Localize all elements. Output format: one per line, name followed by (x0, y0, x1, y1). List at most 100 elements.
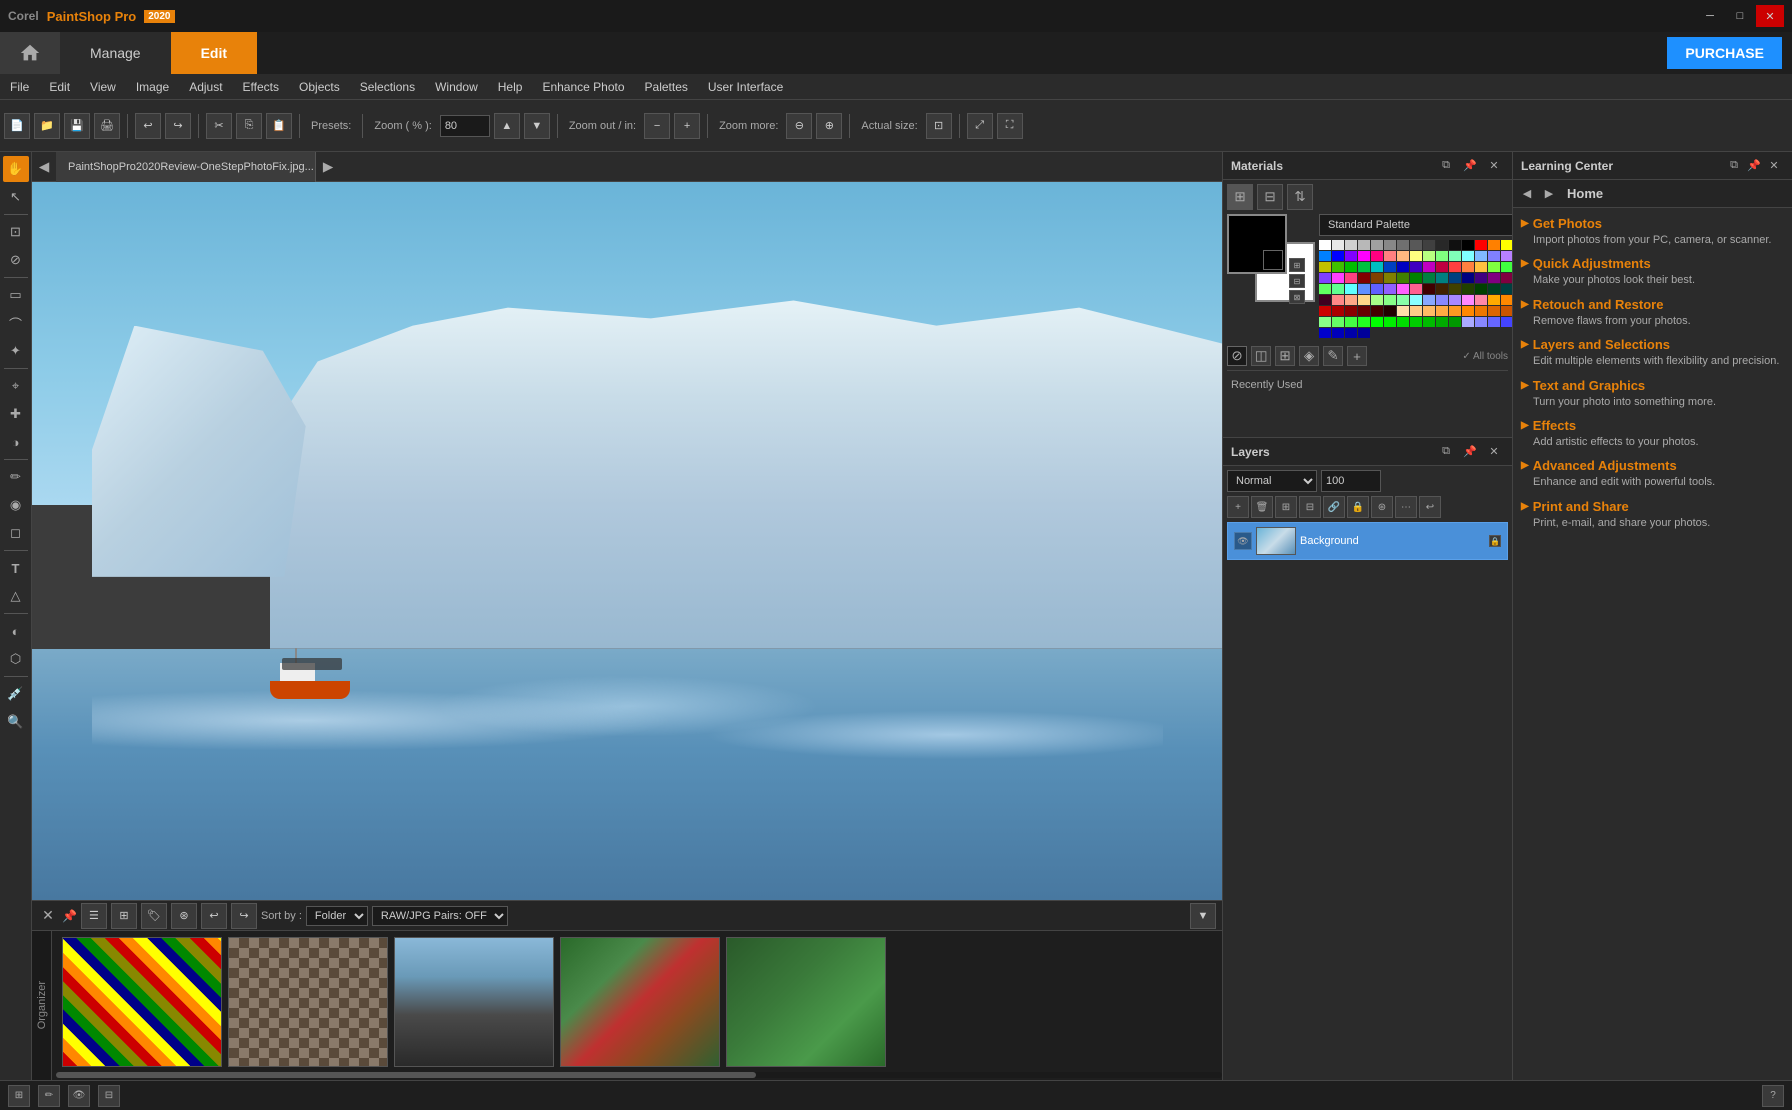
organizer-pin-icon[interactable]: 📌 (62, 909, 77, 923)
color-swatch[interactable] (1488, 240, 1500, 250)
color-swatch[interactable] (1475, 262, 1487, 272)
color-swatch[interactable] (1319, 317, 1331, 327)
color-swatch[interactable] (1423, 262, 1435, 272)
color-swatch[interactable] (1436, 273, 1448, 283)
color-swatch[interactable] (1436, 251, 1448, 261)
color-swatch[interactable] (1384, 284, 1396, 294)
color-swatch[interactable] (1475, 273, 1487, 283)
layers-lock-btn[interactable]: 🔒 (1347, 496, 1369, 518)
print-button[interactable]: 🖨 (94, 113, 120, 139)
color-swatch[interactable] (1423, 317, 1435, 327)
color-swatch[interactable] (1371, 317, 1383, 327)
mat-palette-btn[interactable]: ⊞ (1227, 184, 1253, 210)
zoom-in-button[interactable]: + (674, 113, 700, 139)
org-view-btn1[interactable]: ☰ (81, 903, 107, 929)
lc-section-title-6[interactable]: ▶ Advanced Adjustments (1521, 458, 1784, 473)
org-tag-btn[interactable]: 🏷 (141, 903, 167, 929)
lc-section-title-3[interactable]: ▶ Layers and Selections (1521, 337, 1784, 352)
layers-group-btn[interactable]: ⊞ (1275, 496, 1297, 518)
color-swatch[interactable] (1332, 295, 1344, 305)
lc-section-title-2[interactable]: ▶ Retouch and Restore (1521, 297, 1784, 312)
lc-float-button[interactable]: ⧉ (1724, 156, 1744, 176)
color-swatch[interactable] (1319, 240, 1331, 250)
color-swatch[interactable] (1410, 251, 1422, 261)
lc-section-title-7[interactable]: ▶ Print and Share (1521, 499, 1784, 514)
color-swatch[interactable] (1462, 295, 1474, 305)
color-swatch[interactable] (1384, 317, 1396, 327)
eyedropper-tool[interactable]: 💉 (3, 681, 29, 707)
zoom-input[interactable] (440, 115, 490, 137)
color-swatch[interactable] (1475, 251, 1487, 261)
color-swatch[interactable] (1371, 295, 1383, 305)
lc-forward-button[interactable]: ▶ (1539, 184, 1559, 204)
color-swatch[interactable] (1475, 240, 1487, 250)
color-swatch[interactable] (1332, 284, 1344, 294)
color-swatch[interactable] (1358, 306, 1370, 316)
lc-pin-button[interactable]: 📌 (1744, 156, 1764, 176)
menu-edit[interactable]: Edit (39, 74, 80, 100)
color-swatch[interactable] (1358, 284, 1370, 294)
color-swatch[interactable] (1488, 273, 1500, 283)
layers-more-btn[interactable]: ⋯ (1395, 496, 1417, 518)
materials-float-button[interactable]: ⧉ (1436, 156, 1456, 176)
color-swatch[interactable] (1371, 284, 1383, 294)
organizer-collapse-button[interactable]: ▼ (1190, 903, 1216, 929)
color-swatch[interactable] (1332, 328, 1344, 338)
color-swatch[interactable] (1436, 262, 1448, 272)
raw-pairs-select[interactable]: RAW/JPG Pairs: OFF (372, 906, 508, 926)
color-swatch[interactable] (1345, 262, 1357, 272)
edit-tab[interactable]: Edit (171, 32, 257, 74)
lc-section-title-4[interactable]: ▶ Text and Graphics (1521, 378, 1784, 393)
menu-selections[interactable]: Selections (350, 74, 425, 100)
lc-section-title-0[interactable]: ▶ Get Photos (1521, 216, 1784, 231)
color-swatch[interactable] (1371, 240, 1383, 250)
color-swatch[interactable] (1397, 251, 1409, 261)
materials-close-button[interactable]: ✕ (1484, 156, 1504, 176)
transparent-btn[interactable]: ⊘ (1227, 346, 1247, 366)
home-nav-button[interactable] (0, 32, 60, 74)
new-file-button[interactable]: 📄 (4, 113, 30, 139)
color-replacer-tool[interactable]: ⬡ (3, 646, 29, 672)
opacity-field[interactable]: 100 (1321, 470, 1381, 492)
selection-tool[interactable]: ▭ (3, 282, 29, 308)
color-swatch[interactable] (1449, 317, 1461, 327)
color-swatch[interactable] (1397, 306, 1409, 316)
swap-colors-btn[interactable]: ⊠ (1289, 290, 1305, 304)
color-swatch[interactable] (1488, 262, 1500, 272)
color-swatch[interactable] (1462, 317, 1474, 327)
color-swatch[interactable] (1371, 262, 1383, 272)
actual-size-button[interactable]: ⊡ (926, 113, 952, 139)
color-swatch[interactable] (1371, 306, 1383, 316)
color-swatch[interactable] (1449, 251, 1461, 261)
color-swatch[interactable] (1358, 251, 1370, 261)
layers-fx-btn[interactable]: ⊛ (1371, 496, 1393, 518)
zoom-down-button[interactable]: ▼ (524, 113, 550, 139)
color-swatch[interactable] (1423, 240, 1435, 250)
minimize-button[interactable]: ─ (1696, 5, 1724, 27)
color-swatch[interactable] (1488, 251, 1500, 261)
edit-color-btn[interactable]: ✎ (1323, 346, 1343, 366)
gradient-btn[interactable]: ◫ (1251, 346, 1271, 366)
color-swatch[interactable] (1449, 284, 1461, 294)
canvas-next-button[interactable]: ▶ (316, 155, 340, 179)
color-swatch[interactable] (1319, 262, 1331, 272)
pan-tool[interactable]: ✋ (3, 156, 29, 182)
color-swatch[interactable] (1449, 262, 1461, 272)
color-swatch[interactable] (1410, 317, 1422, 327)
color-swatch[interactable] (1410, 295, 1422, 305)
texture-btn[interactable]: ◈ (1299, 346, 1319, 366)
color-swatch[interactable] (1397, 317, 1409, 327)
color-swatch[interactable] (1371, 273, 1383, 283)
manage-tab[interactable]: Manage (60, 32, 171, 74)
lc-section-title-1[interactable]: ▶ Quick Adjustments (1521, 256, 1784, 271)
color-swatch[interactable] (1397, 240, 1409, 250)
close-button[interactable]: ✕ (1756, 5, 1784, 27)
color-swatch[interactable] (1345, 317, 1357, 327)
color-swatch[interactable] (1436, 240, 1448, 250)
canvas-prev-button[interactable]: ◀ (32, 155, 56, 179)
menu-adjust[interactable]: Adjust (179, 74, 232, 100)
zoom-canvas-tool[interactable]: 🔍 (3, 709, 29, 735)
mat-swap-btn[interactable]: ⇅ (1287, 184, 1313, 210)
color-swatch[interactable] (1345, 328, 1357, 338)
lc-close-button[interactable]: ✕ (1764, 156, 1784, 176)
